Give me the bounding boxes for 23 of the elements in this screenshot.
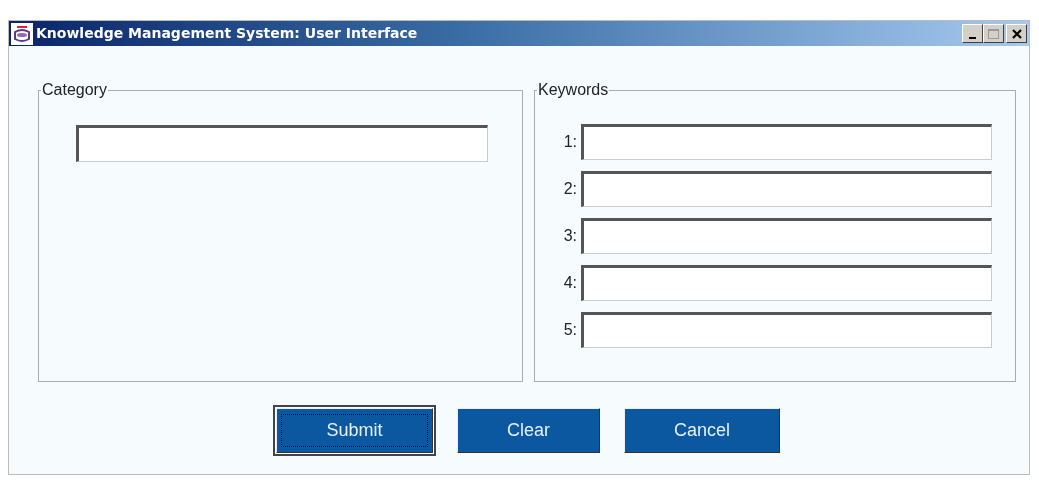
- close-button[interactable]: [1006, 24, 1027, 43]
- keyword-field[interactable]: [581, 218, 992, 254]
- minimize-button[interactable]: [962, 24, 983, 43]
- keyword-number: 5:: [562, 320, 577, 340]
- dialog-button[interactable]: Submit: [276, 408, 433, 453]
- keyword-field[interactable]: [581, 312, 992, 348]
- close-icon: [1011, 28, 1022, 39]
- category-field[interactable]: [76, 125, 488, 162]
- window-title: Knowledge Management System: User Interface: [36, 24, 418, 43]
- maximize-button[interactable]: [983, 24, 1004, 43]
- keyword-number: 3:: [562, 226, 577, 246]
- keyword-number: 4:: [562, 273, 577, 293]
- panel-label: Keywords: [537, 81, 610, 99]
- keyword-field[interactable]: [581, 171, 992, 207]
- keyword-number: 2:: [562, 179, 577, 199]
- panel-label: Category: [41, 81, 108, 99]
- keyword-field[interactable]: [581, 124, 992, 160]
- dialog-button[interactable]: Clear: [457, 408, 600, 453]
- keyword-field[interactable]: [581, 265, 992, 301]
- maximize-icon: [988, 28, 999, 39]
- keyword-number: 1:: [562, 132, 577, 152]
- minimize-icon: [969, 36, 976, 39]
- dialog-button[interactable]: Cancel: [624, 408, 780, 453]
